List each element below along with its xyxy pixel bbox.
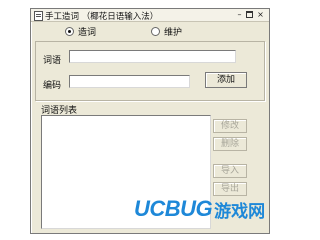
import-button[interactable]: 导入 — [213, 164, 247, 178]
code-label: 编码 — [43, 81, 62, 91]
notepad-icon — [34, 11, 43, 21]
watermark-han: 游戏网 — [214, 201, 266, 222]
title-bar[interactable]: 手工造词 （椰花日语输入法） – × — [31, 9, 269, 22]
code-input[interactable] — [69, 75, 190, 88]
watermark-logo: UCBUG 游戏网 — [134, 196, 265, 222]
word-input[interactable] — [69, 50, 236, 63]
window-title: 手工造词 （椰花日语输入法） — [45, 12, 159, 22]
radio-selected-icon[interactable] — [65, 26, 74, 36]
maximize-icon — [246, 11, 253, 18]
mode-radio-maintain[interactable]: 维护 — [151, 25, 183, 38]
add-button[interactable]: 添加 — [205, 72, 247, 88]
close-button[interactable]: × — [255, 10, 266, 19]
watermark-latin: UCBUG — [134, 196, 213, 221]
mode-radio-create[interactable]: 造词 — [65, 25, 97, 38]
word-label: 词语 — [43, 56, 62, 66]
modify-button[interactable]: 修改 — [213, 119, 247, 133]
maximize-button[interactable] — [244, 10, 255, 19]
radio-unselected-icon[interactable] — [151, 26, 160, 36]
export-button[interactable]: 导出 — [213, 182, 247, 196]
mode-maintain-label: 维护 — [164, 27, 183, 38]
delete-button[interactable]: 删除 — [213, 137, 247, 151]
mode-create-label: 造词 — [78, 27, 97, 38]
